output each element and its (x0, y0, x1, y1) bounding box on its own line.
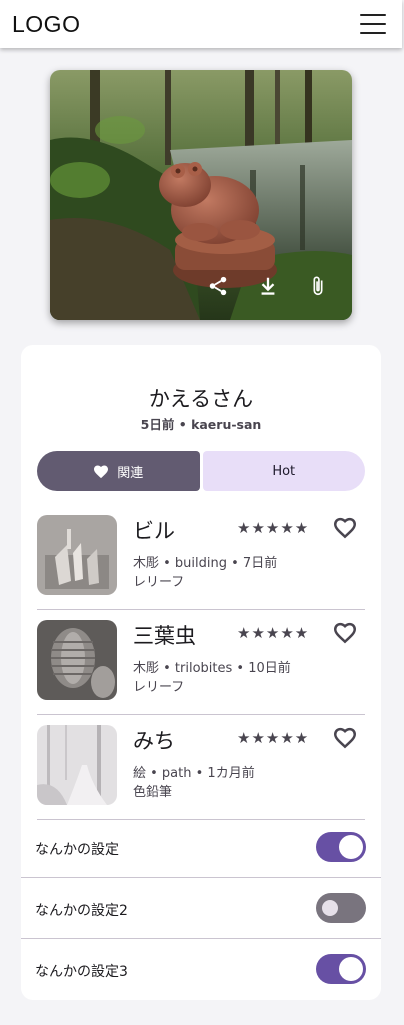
page-title: かえるさん (148, 387, 254, 411)
tab-related[interactable]: 関連 (37, 451, 200, 491)
heart-outline-icon[interactable] (332, 515, 358, 541)
item-name: みち (133, 729, 175, 753)
item-thumbnail (37, 515, 117, 595)
app-header: LOGO (0, 0, 402, 48)
tab-hot[interactable]: Hot (202, 451, 365, 491)
item-meta: 絵 • path • 1カ月前 (133, 766, 255, 781)
list-item[interactable]: みち ★★★★★ 絵 • path • 1カ月前 色鉛筆 (37, 715, 365, 820)
list-item[interactable]: 三葉虫 ★★★★★ 木彫 • trilobites • 10日前 レリーフ (37, 610, 365, 715)
download-icon[interactable] (256, 274, 280, 298)
item-tag: 色鉛筆 (133, 785, 173, 800)
item-name: 三葉虫 (133, 624, 196, 648)
setting-row: なんかの設定2 (21, 878, 381, 939)
tab-hot-label: Hot (272, 463, 296, 479)
item-meta: 木彫 • trilobites • 10日前 (133, 661, 291, 676)
setting-label: なんかの設定 (35, 842, 119, 858)
setting-label: なんかの設定3 (35, 964, 128, 980)
item-meta: 木彫 • building • 7日前 (133, 556, 278, 571)
hero-image (50, 70, 352, 320)
segmented-tabs: 関連 Hot (37, 451, 365, 491)
setting-toggle[interactable] (316, 954, 366, 984)
item-list: ビル ★★★★★ 木彫 • building • 7日前 レリーフ 三葉虫 ★★… (37, 505, 365, 820)
rating-stars: ★★★★★ (237, 624, 310, 642)
logo[interactable]: LOGO (12, 11, 80, 38)
setting-toggle[interactable] (316, 832, 366, 862)
toggle-knob (339, 957, 363, 981)
rating-stars: ★★★★★ (237, 729, 310, 747)
page-subtitle: 5日前 • kaeru-san (140, 417, 262, 432)
tab-related-label: 関連 (117, 465, 144, 481)
setting-toggle[interactable] (316, 893, 366, 923)
setting-row: なんかの設定3 (21, 939, 381, 1000)
item-thumbnail (37, 725, 117, 805)
item-tag: レリーフ (133, 575, 185, 590)
item-tag: レリーフ (133, 680, 185, 695)
content-card: かえるさん 5日前 • kaeru-san 関連 Hot ビル ★★★★★ 木彫… (21, 345, 381, 1000)
setting-row: なんかの設定 (21, 817, 381, 878)
toggle-knob (322, 900, 338, 916)
item-name: ビル (133, 519, 175, 543)
hamburger-menu-icon[interactable] (360, 14, 386, 34)
heart-outline-icon[interactable] (332, 620, 358, 646)
hero-action-bar (206, 274, 330, 298)
toggle-knob (339, 835, 363, 859)
item-thumbnail (37, 620, 117, 700)
setting-label: なんかの設定2 (35, 903, 128, 919)
settings-list: なんかの設定 なんかの設定2 なんかの設定3 (21, 817, 381, 1000)
heart-outline-icon[interactable] (332, 725, 358, 751)
heart-icon (94, 465, 109, 478)
share-icon[interactable] (206, 274, 230, 298)
rating-stars: ★★★★★ (237, 519, 310, 537)
paperclip-icon[interactable] (306, 274, 330, 298)
list-item[interactable]: ビル ★★★★★ 木彫 • building • 7日前 レリーフ (37, 505, 365, 610)
